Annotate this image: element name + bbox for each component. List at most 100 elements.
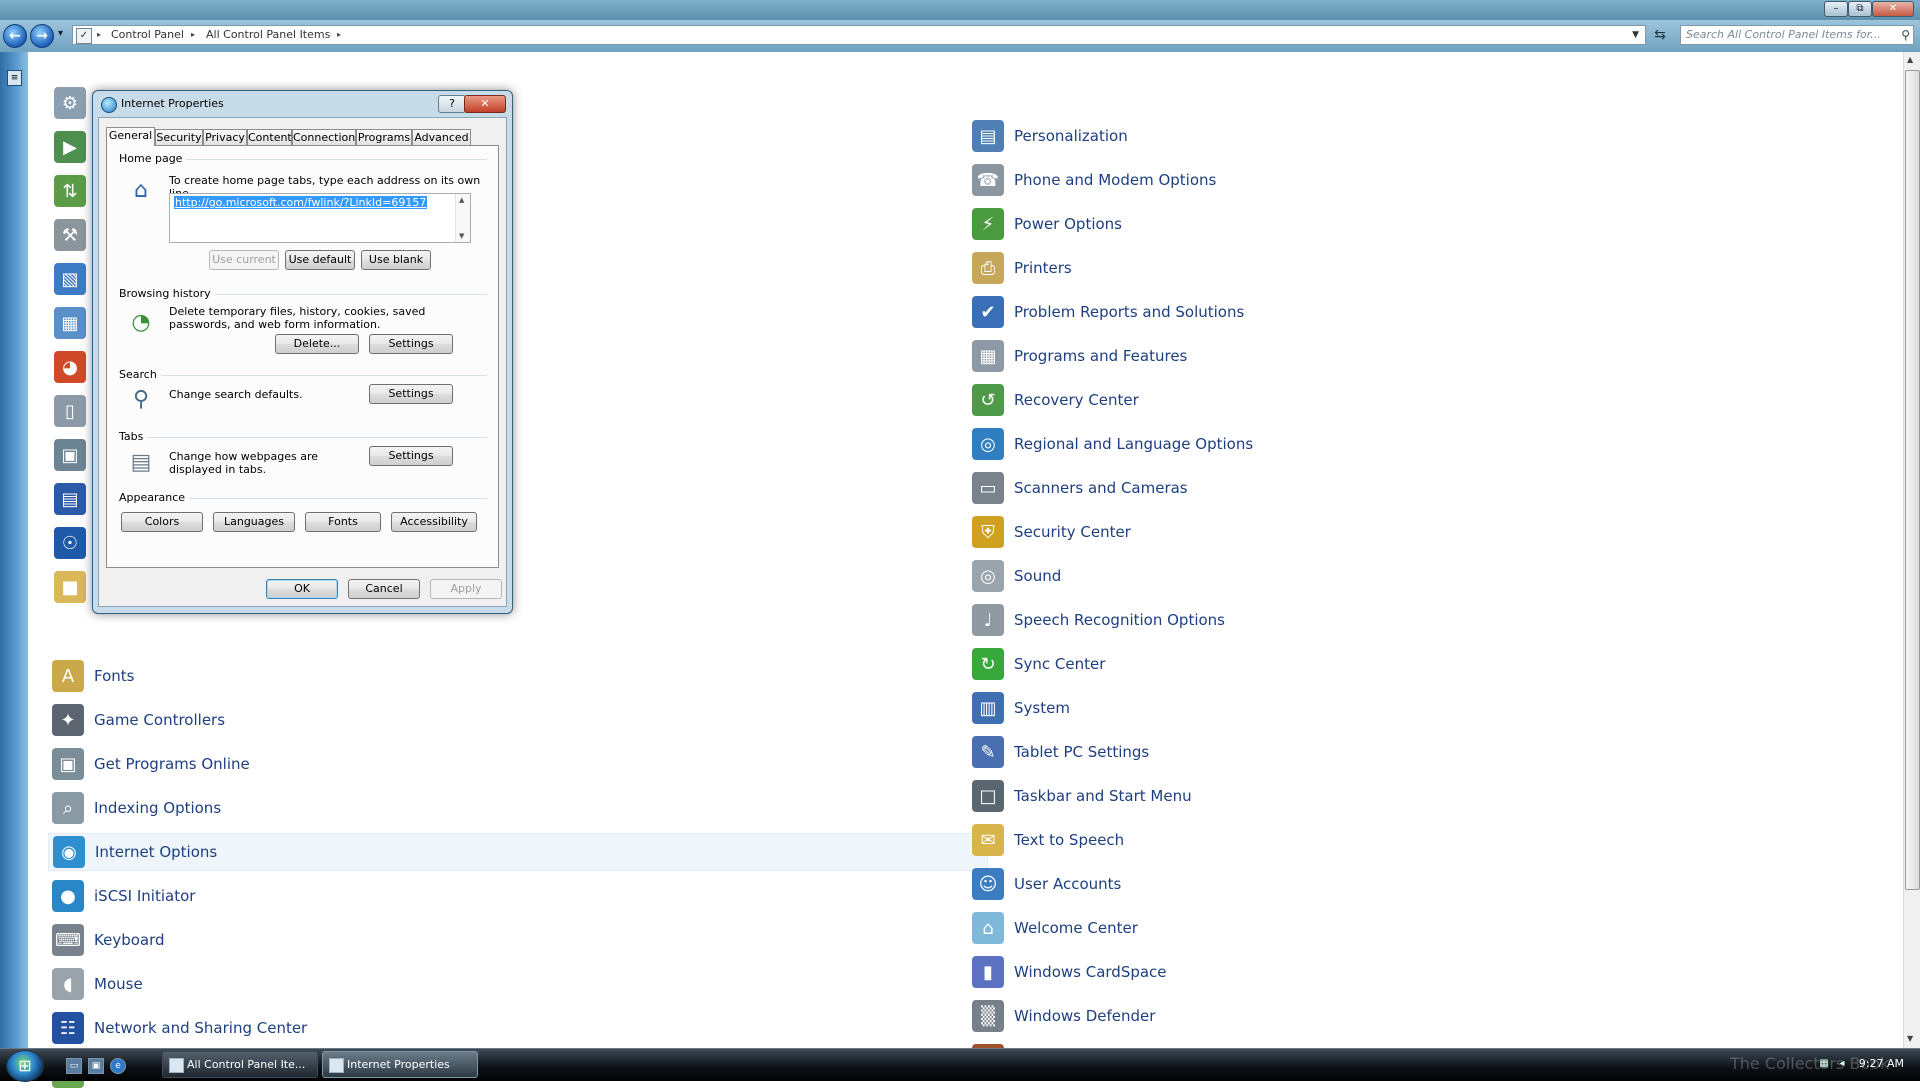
control-panel-item[interactable]: ✦ Game Controllers	[48, 701, 988, 739]
volume-tray-icon[interactable]: ◂	[1836, 1058, 1848, 1070]
control-panel-item[interactable]: ✔ Problem Reports and Solutions	[968, 293, 1388, 331]
recent-pages-dropdown-icon[interactable]: ▾	[58, 28, 63, 39]
home-page-scrollbar[interactable]: ▲ ▼	[455, 194, 470, 242]
control-panel-item[interactable]: ↻ Sync Center	[968, 645, 1388, 683]
vertical-scrollbar[interactable]: ▲ ▼	[1903, 52, 1920, 1048]
control-panel-item[interactable]: ☺ User Accounts	[968, 865, 1388, 903]
switch-windows-icon[interactable]: ▣	[88, 1058, 104, 1074]
use-blank-button[interactable]: Use blank	[361, 250, 431, 270]
show-desktop-icon[interactable]: ▭	[66, 1058, 82, 1074]
cancel-button[interactable]: Cancel	[348, 579, 420, 599]
control-panel-item[interactable]: ▤ Personalization	[968, 117, 1388, 155]
control-panel-item[interactable]: ▮ Windows CardSpace	[968, 953, 1388, 991]
use-current-button[interactable]: Use current	[209, 250, 279, 270]
tab-privacy[interactable]: Privacy	[203, 129, 247, 145]
rail-panel-icon[interactable]: ≡	[7, 70, 22, 86]
breadcrumb-arrow-icon[interactable]: ▸	[97, 26, 101, 44]
control-panel-item[interactable]: ⚡ Power Options	[968, 205, 1388, 243]
control-panel-item[interactable]: ● iSCSI Initiator	[48, 877, 988, 915]
control-panel-item[interactable]: ⌂ Welcome Center	[968, 909, 1388, 947]
control-panel-item[interactable]: ↺ Recovery Center	[968, 381, 1388, 419]
use-default-button[interactable]: Use default	[285, 250, 355, 270]
breadcrumb-arrow-icon[interactable]: ▸	[191, 26, 195, 44]
dialog-title-bar[interactable]: Internet Properties ? ✕	[93, 91, 512, 117]
control-panel-item[interactable]: ▒ Windows Defender	[968, 997, 1388, 1035]
control-panel-item[interactable]: ☎ Phone and Modem Options	[968, 161, 1388, 199]
control-panel-item[interactable]: ▦ Programs and Features	[968, 337, 1388, 375]
search-settings-button[interactable]: Settings	[369, 384, 453, 404]
bluetooth-tools-icon[interactable]: ⚒	[54, 219, 86, 251]
tab-general[interactable]: General	[106, 127, 155, 146]
control-panel-item[interactable]: ◉ Internet Options	[48, 833, 988, 871]
search-input[interactable]: Search All Control Panel Items for... ⚲	[1680, 25, 1914, 45]
scroll-up-icon[interactable]: ▲	[459, 196, 464, 204]
tab-connections[interactable]: Connections	[292, 129, 361, 145]
control-panel-item[interactable]: ✉ Text to Speech	[968, 821, 1388, 859]
folder-options-icon[interactable]: ■	[54, 571, 86, 603]
maximize-button[interactable]: ⧉	[1848, 1, 1872, 17]
control-panel-item[interactable]: ⌨ Keyboard	[48, 921, 988, 959]
forward-button[interactable]: →	[30, 24, 54, 48]
scroll-down-icon[interactable]: ▼	[459, 232, 464, 240]
control-panel-item[interactable]: ◎ Sound	[968, 557, 1388, 595]
minimize-button[interactable]: –	[1824, 1, 1848, 17]
control-panel-item[interactable]: ◎ Regional and Language Options	[968, 425, 1388, 463]
taskbar-control-panel[interactable]: All Control Panel Ite...	[162, 1051, 318, 1078]
control-panel-item[interactable]: ▭ Scanners and Cameras	[968, 469, 1388, 507]
accessibility-button[interactable]: Accessibility	[391, 512, 477, 532]
control-panel-item[interactable]: ⌕ Indexing Options	[48, 789, 988, 827]
control-panel-item[interactable]: ☷ Network and Sharing Center	[48, 1009, 988, 1047]
administrative-tools-icon[interactable]: ⚙	[54, 87, 86, 119]
languages-button[interactable]: Languages	[213, 512, 295, 532]
breadcrumb-all-items[interactable]: All Control Panel Items	[206, 26, 330, 44]
clock[interactable]: 9:27 AM	[1859, 1049, 1904, 1079]
ease-of-access-icon[interactable]: ▣	[54, 439, 86, 471]
autoplay-icon[interactable]: ▶	[54, 131, 86, 163]
taskbar-internet-properties[interactable]: Internet Properties	[322, 1051, 478, 1078]
ok-button[interactable]: OK	[266, 579, 338, 599]
breadcrumb-control-panel[interactable]: Control Panel	[111, 26, 184, 44]
apply-button[interactable]: Apply	[430, 579, 502, 599]
control-panel-item[interactable]: ▥ System	[968, 689, 1388, 727]
breadcrumb-arrow-icon[interactable]: ▸	[337, 26, 341, 44]
tabs-settings-button[interactable]: Settings	[369, 446, 453, 466]
tab-security[interactable]: Security	[155, 129, 203, 145]
delete-history-button[interactable]: Delete...	[275, 334, 359, 354]
fonts-button[interactable]: Fonts	[305, 512, 381, 532]
backup-restore-icon[interactable]: ⇅	[54, 175, 86, 207]
back-button[interactable]: ←	[3, 24, 27, 48]
search-icon[interactable]: ⚲	[1901, 26, 1910, 44]
scroll-up-icon[interactable]: ▲	[1907, 55, 1913, 64]
scrollbar-thumb[interactable]	[1905, 70, 1920, 890]
colors-button[interactable]: Colors	[121, 512, 203, 532]
control-panel-item[interactable]: A Fonts	[48, 657, 988, 695]
default-programs-icon[interactable]: ◕	[54, 351, 86, 383]
control-panel-item[interactable]: □ Taskbar and Start Menu	[968, 777, 1388, 815]
display-icon[interactable]: ▤	[54, 483, 86, 515]
tab-content[interactable]: Content	[247, 129, 292, 145]
address-dropdown-icon[interactable]: ▼	[1632, 26, 1639, 44]
device-manager-icon[interactable]: ▯	[54, 395, 86, 427]
ease-of-access-center-icon[interactable]: ☉	[54, 527, 86, 559]
control-panel-item[interactable]: ⛨ Security Center	[968, 513, 1388, 551]
close-window-button[interactable]: ✕	[1872, 1, 1914, 17]
internet-explorer-icon[interactable]: e	[110, 1058, 126, 1074]
home-page-textarea[interactable]: http://go.microsoft.com/fwlink/?LinkId=6…	[169, 193, 471, 243]
date-time-icon[interactable]: ▦	[54, 307, 86, 339]
refresh-icon[interactable]: ⇆	[1650, 25, 1670, 45]
scroll-down-icon[interactable]: ▼	[1907, 1034, 1913, 1043]
start-button[interactable]: ⊞	[6, 1050, 44, 1082]
control-panel-item[interactable]: ◖ Mouse	[48, 965, 988, 1003]
color-management-icon[interactable]: ▧	[54, 263, 86, 295]
address-breadcrumb[interactable]: ✓ ▸ Control Panel ▸ All Control Panel It…	[72, 25, 1646, 45]
history-settings-button[interactable]: Settings	[369, 334, 453, 354]
dialog-close-button[interactable]: ✕	[464, 95, 506, 113]
tab-programs[interactable]: Programs	[356, 129, 412, 145]
control-panel-item[interactable]: ⎙ Printers	[968, 249, 1388, 287]
control-panel-item[interactable]: ♩ Speech Recognition Options	[968, 601, 1388, 639]
control-panel-item[interactable]: ▣ Get Programs Online	[48, 745, 988, 783]
tab-advanced[interactable]: Advanced	[412, 129, 471, 145]
control-panel-item[interactable]: ✎ Tablet PC Settings	[968, 733, 1388, 771]
network-tray-icon[interactable]: ▦	[1818, 1058, 1830, 1070]
help-button[interactable]: ?	[438, 95, 466, 113]
